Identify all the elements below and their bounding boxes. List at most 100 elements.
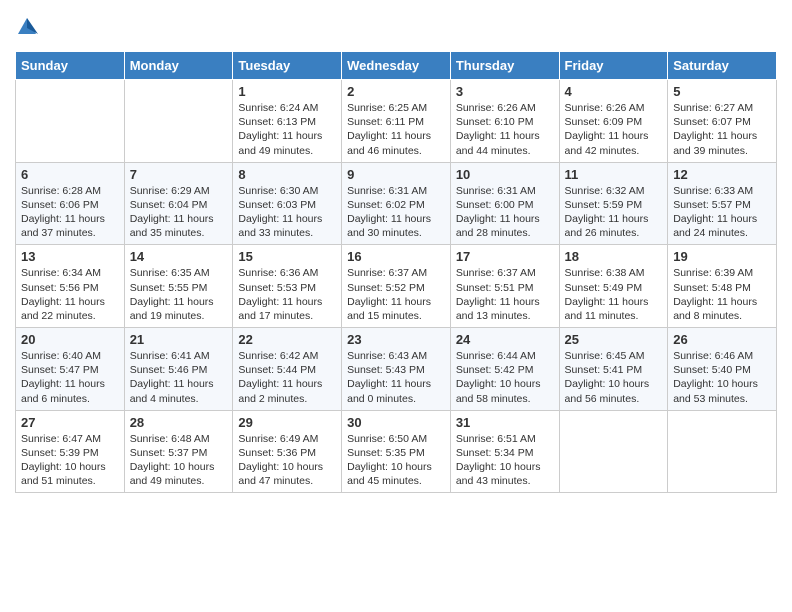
day-info: Sunrise: 6:37 AM Sunset: 5:51 PM Dayligh… (456, 266, 554, 323)
calendar-cell: 19 Sunrise: 6:39 AM Sunset: 5:48 PM Dayli… (668, 245, 777, 328)
day-info: Sunrise: 6:38 AM Sunset: 5:49 PM Dayligh… (565, 266, 663, 323)
calendar-cell: 20 Sunrise: 6:40 AM Sunset: 5:47 PM Dayli… (16, 328, 125, 411)
day-number: 8 (238, 167, 336, 182)
weekday-sunday: Sunday (16, 52, 125, 80)
logo-icon (16, 16, 38, 38)
calendar-cell: 1 Sunrise: 6:24 AM Sunset: 6:13 PM Daylig… (233, 80, 342, 163)
weekday-monday: Monday (124, 52, 233, 80)
logo-text (15, 16, 38, 43)
day-number: 19 (673, 249, 771, 264)
weekday-wednesday: Wednesday (342, 52, 451, 80)
day-number: 14 (130, 249, 228, 264)
day-info: Sunrise: 6:40 AM Sunset: 5:47 PM Dayligh… (21, 349, 119, 406)
day-info: Sunrise: 6:29 AM Sunset: 6:04 PM Dayligh… (130, 184, 228, 241)
calendar-cell (124, 80, 233, 163)
calendar-cell: 4Sunrise: 6:26 AM Sunset: 6:09 PM Daylig… (559, 80, 668, 163)
day-info: Sunrise: 6:45 AM Sunset: 5:41 PM Dayligh… (565, 349, 663, 406)
calendar-cell (668, 410, 777, 493)
calendar-cell: 14 Sunrise: 6:35 AM Sunset: 5:55 PM Dayli… (124, 245, 233, 328)
day-number: 5 (673, 84, 771, 99)
calendar-cell: 28 Sunrise: 6:48 AM Sunset: 5:37 PM Dayli… (124, 410, 233, 493)
calendar-cell: 23 Sunrise: 6:43 AM Sunset: 5:43 PM Dayli… (342, 328, 451, 411)
day-number: 23 (347, 332, 445, 347)
day-info: Sunrise: 6:26 AM Sunset: 6:09 PM Dayligh… (565, 101, 663, 158)
week-row-3: 20 Sunrise: 6:40 AM Sunset: 5:47 PM Dayli… (16, 328, 777, 411)
week-row-2: 13Sunrise: 6:34 AM Sunset: 5:56 PM Dayli… (16, 245, 777, 328)
calendar-cell: 7Sunrise: 6:29 AM Sunset: 6:04 PM Daylig… (124, 162, 233, 245)
day-number: 26 (673, 332, 771, 347)
day-info: Sunrise: 6:35 AM Sunset: 5:55 PM Dayligh… (130, 266, 228, 323)
day-number: 6 (21, 167, 119, 182)
calendar-cell: 2Sunrise: 6:25 AM Sunset: 6:11 PM Daylig… (342, 80, 451, 163)
calendar-table: SundayMondayTuesdayWednesdayThursdayFrid… (15, 51, 777, 493)
day-number: 31 (456, 415, 554, 430)
day-info: Sunrise: 6:43 AM Sunset: 5:43 PM Dayligh… (347, 349, 445, 406)
calendar-cell: 22 Sunrise: 6:42 AM Sunset: 5:44 PM Dayli… (233, 328, 342, 411)
day-number: 22 (238, 332, 336, 347)
calendar-cell (559, 410, 668, 493)
day-info: Sunrise: 6:31 AM Sunset: 6:00 PM Dayligh… (456, 184, 554, 241)
day-info: Sunrise: 6:41 AM Sunset: 5:46 PM Dayligh… (130, 349, 228, 406)
day-number: 3 (456, 84, 554, 99)
calendar-cell: 3Sunrise: 6:26 AM Sunset: 6:10 PM Daylig… (450, 80, 559, 163)
day-number: 20 (21, 332, 119, 347)
day-number: 24 (456, 332, 554, 347)
calendar-cell: 16 Sunrise: 6:37 AM Sunset: 5:52 PM Dayli… (342, 245, 451, 328)
day-number: 1 (238, 84, 336, 99)
day-number: 11 (565, 167, 663, 182)
day-info: Sunrise: 6:47 AM Sunset: 5:39 PM Dayligh… (21, 432, 119, 489)
day-number: 30 (347, 415, 445, 430)
calendar-cell: 11 Sunrise: 6:32 AM Sunset: 5:59 PM Dayli… (559, 162, 668, 245)
day-info: Sunrise: 6:32 AM Sunset: 5:59 PM Dayligh… (565, 184, 663, 241)
day-info: Sunrise: 6:49 AM Sunset: 5:36 PM Dayligh… (238, 432, 336, 489)
day-number: 10 (456, 167, 554, 182)
day-info: Sunrise: 6:46 AM Sunset: 5:40 PM Dayligh… (673, 349, 771, 406)
day-info: Sunrise: 6:48 AM Sunset: 5:37 PM Dayligh… (130, 432, 228, 489)
calendar-cell: 17 Sunrise: 6:37 AM Sunset: 5:51 PM Dayli… (450, 245, 559, 328)
day-info: Sunrise: 6:42 AM Sunset: 5:44 PM Dayligh… (238, 349, 336, 406)
calendar-cell: 30 Sunrise: 6:50 AM Sunset: 5:35 PM Dayli… (342, 410, 451, 493)
week-row-4: 27 Sunrise: 6:47 AM Sunset: 5:39 PM Dayli… (16, 410, 777, 493)
day-info: Sunrise: 6:27 AM Sunset: 6:07 PM Dayligh… (673, 101, 771, 158)
day-info: Sunrise: 6:44 AM Sunset: 5:42 PM Dayligh… (456, 349, 554, 406)
day-number: 27 (21, 415, 119, 430)
day-number: 21 (130, 332, 228, 347)
weekday-header-row: SundayMondayTuesdayWednesdayThursdayFrid… (16, 52, 777, 80)
calendar-cell: 15 Sunrise: 6:36 AM Sunset: 5:53 PM Dayli… (233, 245, 342, 328)
calendar-cell: 13Sunrise: 6:34 AM Sunset: 5:56 PM Dayli… (16, 245, 125, 328)
day-info: Sunrise: 6:36 AM Sunset: 5:53 PM Dayligh… (238, 266, 336, 323)
day-info: Sunrise: 6:28 AM Sunset: 6:06 PM Dayligh… (21, 184, 119, 241)
header (15, 10, 777, 43)
calendar-cell: 10 Sunrise: 6:31 AM Sunset: 6:00 PM Dayli… (450, 162, 559, 245)
day-number: 29 (238, 415, 336, 430)
weekday-thursday: Thursday (450, 52, 559, 80)
weekday-tuesday: Tuesday (233, 52, 342, 80)
day-info: Sunrise: 6:30 AM Sunset: 6:03 PM Dayligh… (238, 184, 336, 241)
calendar-cell: 25Sunrise: 6:45 AM Sunset: 5:41 PM Dayli… (559, 328, 668, 411)
day-number: 15 (238, 249, 336, 264)
day-number: 12 (673, 167, 771, 182)
calendar-cell: 21 Sunrise: 6:41 AM Sunset: 5:46 PM Dayli… (124, 328, 233, 411)
day-info: Sunrise: 6:50 AM Sunset: 5:35 PM Dayligh… (347, 432, 445, 489)
calendar-cell: 12 Sunrise: 6:33 AM Sunset: 5:57 PM Dayli… (668, 162, 777, 245)
day-info: Sunrise: 6:37 AM Sunset: 5:52 PM Dayligh… (347, 266, 445, 323)
calendar-cell: 9Sunrise: 6:31 AM Sunset: 6:02 PM Daylig… (342, 162, 451, 245)
calendar-cell: 8 Sunrise: 6:30 AM Sunset: 6:03 PM Daylig… (233, 162, 342, 245)
calendar-cell: 31 Sunrise: 6:51 AM Sunset: 5:34 PM Dayli… (450, 410, 559, 493)
calendar-cell: 18Sunrise: 6:38 AM Sunset: 5:49 PM Dayli… (559, 245, 668, 328)
calendar-cell: 5 Sunrise: 6:27 AM Sunset: 6:07 PM Daylig… (668, 80, 777, 163)
weekday-friday: Friday (559, 52, 668, 80)
weekday-saturday: Saturday (668, 52, 777, 80)
day-info: Sunrise: 6:39 AM Sunset: 5:48 PM Dayligh… (673, 266, 771, 323)
day-info: Sunrise: 6:24 AM Sunset: 6:13 PM Dayligh… (238, 101, 336, 158)
day-number: 28 (130, 415, 228, 430)
day-number: 9 (347, 167, 445, 182)
week-row-1: 6 Sunrise: 6:28 AM Sunset: 6:06 PM Daylig… (16, 162, 777, 245)
day-number: 16 (347, 249, 445, 264)
calendar-cell: 27 Sunrise: 6:47 AM Sunset: 5:39 PM Dayli… (16, 410, 125, 493)
day-info: Sunrise: 6:33 AM Sunset: 5:57 PM Dayligh… (673, 184, 771, 241)
day-info: Sunrise: 6:25 AM Sunset: 6:11 PM Dayligh… (347, 101, 445, 158)
day-number: 17 (456, 249, 554, 264)
week-row-0: 1 Sunrise: 6:24 AM Sunset: 6:13 PM Daylig… (16, 80, 777, 163)
day-info: Sunrise: 6:51 AM Sunset: 5:34 PM Dayligh… (456, 432, 554, 489)
